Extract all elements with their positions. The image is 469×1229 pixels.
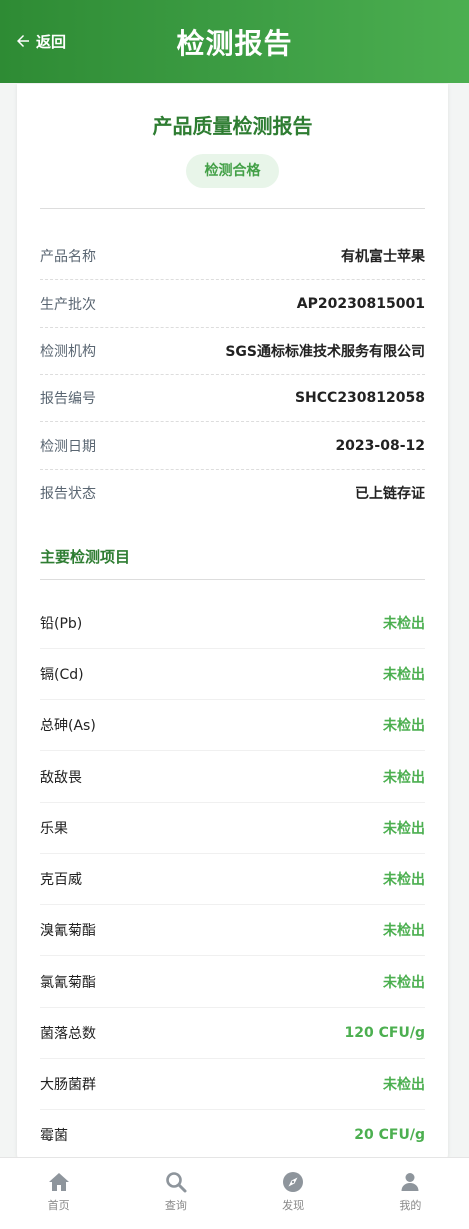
test-result: 未检出: [383, 616, 425, 632]
info-label: 检测机构: [40, 343, 96, 360]
user-icon: [401, 1173, 419, 1191]
test-name: 镉(Cd): [40, 667, 84, 683]
info-value: AP20230815001: [296, 295, 425, 312]
bottom-tab-bar: 首页 查询 发现 我的: [0, 1157, 469, 1229]
info-value: SHCC230812058: [294, 389, 425, 406]
info-row-test-date: 检测日期 2023-08-12: [40, 422, 425, 470]
test-row: 敌敌畏 未检出: [40, 752, 425, 803]
test-row: 霉菌 20 CFU/g: [40, 1110, 425, 1161]
test-name: 乐果: [40, 821, 68, 837]
tab-label: 我的: [399, 1199, 422, 1212]
info-value: SGS通标标准技术服务有限公司: [225, 343, 425, 360]
test-name: 溴氰菊酯: [40, 923, 96, 939]
tab-home[interactable]: 首页: [0, 1158, 117, 1229]
test-result: 未检出: [383, 923, 425, 939]
info-value: 已上链存证: [355, 486, 425, 502]
home-icon: [48, 1173, 69, 1191]
divider: [40, 579, 425, 580]
section-title: 主要检测项目: [40, 548, 131, 566]
info-value: 有机富士苹果: [341, 248, 425, 265]
test-result: 未检出: [383, 770, 425, 786]
compass-icon: [283, 1172, 304, 1192]
info-label: 产品名称: [40, 248, 96, 265]
test-row: 氯氰菊酯 未检出: [40, 957, 425, 1008]
test-row: 铅(Pb) 未检出: [40, 598, 425, 649]
tab-profile[interactable]: 我的: [352, 1158, 469, 1229]
status-badge: 检测合格: [186, 154, 279, 188]
test-name: 敌敌畏: [40, 770, 82, 786]
info-row-product-name: 产品名称 有机富士苹果: [40, 232, 425, 280]
test-name: 克百威: [40, 872, 82, 888]
info-label: 检测日期: [40, 438, 96, 455]
test-result: 20 CFU/g: [354, 1127, 425, 1143]
divider: [40, 208, 425, 209]
info-label: 报告状态: [40, 486, 96, 502]
test-row: 镉(Cd) 未检出: [40, 649, 425, 700]
search-icon: [166, 1172, 187, 1193]
tab-discover[interactable]: 发现: [235, 1158, 352, 1229]
tab-search[interactable]: 查询: [117, 1158, 234, 1229]
info-row-report-number: 报告编号 SHCC230812058: [40, 374, 425, 422]
report-title: 产品质量检测报告: [152, 114, 313, 138]
tab-label: 查询: [164, 1199, 187, 1212]
test-result: 未检出: [383, 975, 425, 991]
test-result: 未检出: [383, 872, 425, 888]
test-row: 菌落总数 120 CFU/g: [40, 1008, 425, 1059]
test-result: 未检出: [383, 718, 425, 734]
info-label: 报告编号: [40, 390, 96, 407]
test-name: 霉菌: [40, 1128, 68, 1144]
info-row-batch: 生产批次 AP20230815001: [40, 280, 425, 328]
test-result: 未检出: [383, 821, 425, 837]
test-row: 乐果 未检出: [40, 803, 425, 854]
info-value: 2023-08-12: [335, 437, 425, 454]
info-row-report-status: 报告状态 已上链存证: [40, 469, 425, 517]
test-name: 大肠菌群: [40, 1077, 96, 1093]
page-title: 检测报告: [176, 27, 293, 60]
test-result: 未检出: [383, 1077, 425, 1093]
tab-label: 首页: [47, 1199, 70, 1212]
test-name: 氯氰菊酯: [40, 975, 96, 991]
test-result: 未检出: [383, 667, 425, 683]
info-label: 生产批次: [40, 296, 96, 313]
test-result: 120 CFU/g: [344, 1025, 425, 1041]
app-header: 返回 检测报告: [0, 0, 469, 83]
test-name: 总砷(As): [40, 718, 96, 734]
test-row: 溴氰菊酯 未检出: [40, 905, 425, 956]
test-row: 克百威 未检出: [40, 854, 425, 905]
info-row-institution: 检测机构 SGS通标标准技术服务有限公司: [40, 327, 425, 375]
test-row: 总砷(As) 未检出: [40, 700, 425, 751]
test-name: 菌落总数: [40, 1026, 96, 1042]
test-row: 大肠菌群 未检出: [40, 1059, 425, 1110]
test-name: 铅(Pb): [40, 616, 83, 632]
report-card: 产品质量检测报告 检测合格 产品名称 有机富士苹果 生产批次 AP2023081…: [17, 84, 448, 1164]
tab-label: 发现: [282, 1199, 305, 1212]
